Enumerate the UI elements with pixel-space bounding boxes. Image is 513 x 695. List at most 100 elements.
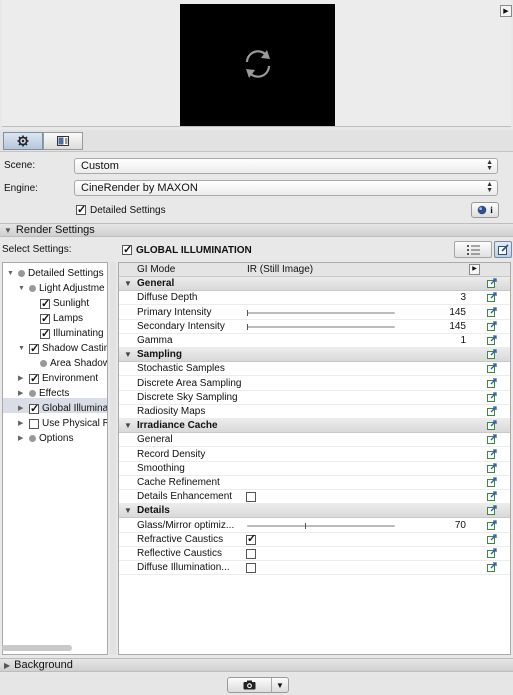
- setting-value[interactable]: 145: [449, 320, 466, 333]
- engine-select[interactable]: CineRender by MAXON ▲ ▼: [74, 180, 498, 196]
- edit-link-icon[interactable]: [487, 406, 497, 416]
- collapse-triangle-icon[interactable]: ▼: [124, 504, 132, 517]
- group-header[interactable]: ▼ Sampling: [119, 348, 510, 363]
- edit-link-icon[interactable]: [487, 321, 497, 331]
- setting-slider[interactable]: [247, 323, 395, 330]
- edit-link-icon[interactable]: [487, 292, 497, 303]
- tree-item[interactable]: ▼ Shadow Casting: [18, 341, 107, 357]
- setting-row[interactable]: Gamma 1: [119, 334, 510, 348]
- setting-row[interactable]: Cache Refinement: [119, 476, 510, 490]
- setting-slider[interactable]: [247, 309, 395, 316]
- expand-triangle-icon[interactable]: ▶: [18, 431, 26, 446]
- gi-mode-arrow-icon[interactable]: ▶: [469, 264, 480, 275]
- setting-value[interactable]: 1: [460, 334, 466, 347]
- setting-row[interactable]: Radiosity Maps: [119, 405, 510, 419]
- edit-link-icon[interactable]: [487, 363, 497, 374]
- tree-item[interactable]: Lamps: [29, 311, 83, 327]
- edit-link-icon[interactable]: [487, 505, 497, 516]
- edit-link-icon[interactable]: [487, 278, 497, 289]
- tree-item-checkbox[interactable]: [40, 327, 50, 342]
- edit-link-icon[interactable]: [487, 562, 497, 573]
- setting-row[interactable]: Details Enhancement: [119, 490, 510, 505]
- edit-link-icon[interactable]: [487, 349, 497, 360]
- tree-item[interactable]: Sunlight: [29, 296, 89, 312]
- scene-select[interactable]: Custom ▲ ▼: [74, 158, 498, 174]
- render-menu-arrow-icon[interactable]: ▼: [272, 678, 288, 692]
- setting-slider[interactable]: [247, 522, 395, 529]
- collapse-triangle-icon[interactable]: ▼: [124, 277, 132, 290]
- collapse-triangle-icon[interactable]: ▼: [18, 341, 26, 356]
- tree-item-checkbox[interactable]: [29, 342, 39, 357]
- tab-layout[interactable]: [43, 132, 83, 150]
- group-header[interactable]: ▼ Irradiance Cache: [119, 419, 510, 434]
- camera-button[interactable]: [228, 678, 272, 692]
- setting-checkbox[interactable]: [246, 563, 256, 574]
- setting-row[interactable]: Reflective Caustics: [119, 547, 510, 561]
- setting-row[interactable]: Glass/Mirror optimiz... 70: [119, 519, 510, 533]
- setting-checkbox[interactable]: [246, 549, 256, 559]
- slider-knob[interactable]: [304, 522, 306, 529]
- expand-triangle-icon[interactable]: ▶: [18, 416, 26, 431]
- edit-link-icon[interactable]: [487, 306, 497, 317]
- edit-link-icon[interactable]: [487, 420, 497, 431]
- list-view-button[interactable]: [454, 241, 492, 258]
- setting-value[interactable]: 70: [455, 519, 466, 532]
- detailed-settings-checkbox[interactable]: [76, 203, 86, 216]
- gi-mode-row[interactable]: GI Mode IR (Still Image) ▶: [119, 263, 510, 277]
- setting-row[interactable]: Diffuse Illumination...: [119, 561, 510, 576]
- tree-item-checkbox[interactable]: [29, 418, 39, 429]
- tree-item-checkbox[interactable]: [40, 312, 50, 327]
- edit-link-icon[interactable]: [487, 491, 497, 502]
- group-header[interactable]: ▼ Details: [119, 504, 510, 519]
- edit-link-icon[interactable]: [487, 548, 497, 558]
- tree-item[interactable]: ▶ Options: [18, 431, 73, 446]
- tree-item-checkbox[interactable]: [40, 297, 50, 312]
- expand-triangle-icon[interactable]: ▶: [18, 401, 26, 416]
- expand-triangle-icon[interactable]: ▶: [18, 371, 26, 386]
- collapse-triangle-icon[interactable]: ▼: [7, 266, 15, 281]
- edit-link-icon[interactable]: [487, 534, 497, 544]
- edit-link-icon[interactable]: [487, 335, 497, 345]
- setting-row[interactable]: Secondary Intensity 145: [119, 320, 510, 334]
- tree-item[interactable]: ▶ Use Physical Re: [18, 416, 107, 431]
- tree-item-checkbox[interactable]: [29, 402, 39, 417]
- setting-checkbox[interactable]: [246, 533, 256, 546]
- edit-link-icon[interactable]: [487, 392, 497, 402]
- collapse-triangle-icon[interactable]: ▼: [124, 348, 132, 361]
- setting-row[interactable]: Discrete Area Sampling: [119, 377, 510, 391]
- background-header[interactable]: ▶ Background: [0, 658, 513, 672]
- setting-checkbox[interactable]: [246, 492, 256, 503]
- edit-link-icon[interactable]: [487, 463, 497, 473]
- slider-knob[interactable]: [247, 309, 248, 316]
- expand-triangle-icon[interactable]: ▶: [18, 386, 26, 401]
- slider-knob[interactable]: [247, 323, 248, 330]
- tree-item[interactable]: ▶ Environment: [18, 371, 98, 387]
- tree-item[interactable]: Illuminating S: [29, 326, 107, 342]
- settings-tree[interactable]: ▼Detailed Settings▼Light AdjustmeSunligh…: [2, 262, 108, 655]
- tree-item[interactable]: ▼ Light Adjustme: [18, 281, 105, 296]
- info-button[interactable]: i: [471, 202, 499, 218]
- setting-row[interactable]: Discrete Sky Sampling: [119, 391, 510, 405]
- tree-item-checkbox[interactable]: [29, 372, 39, 387]
- edit-link-icon[interactable]: [487, 477, 497, 487]
- collapse-triangle-icon[interactable]: ▼: [18, 281, 26, 296]
- edit-button[interactable]: [494, 241, 512, 258]
- tree-item[interactable]: ▼ Detailed Settings: [7, 266, 104, 281]
- setting-row[interactable]: Primary Intensity 145: [119, 306, 510, 320]
- tree-item[interactable]: Area Shadow: [29, 356, 107, 371]
- detailed-settings-toggle[interactable]: Detailed Settings: [76, 203, 166, 217]
- tree-item[interactable]: ▶ Global Illuminat: [18, 401, 107, 417]
- setting-row[interactable]: Refractive Caustics: [119, 533, 510, 547]
- setting-value[interactable]: 3: [460, 291, 466, 304]
- tree-scrollbar[interactable]: [2, 645, 72, 651]
- setting-row[interactable]: Record Density: [119, 448, 510, 462]
- global-illumination-checkbox[interactable]: [122, 243, 132, 256]
- panel-splitter[interactable]: [110, 262, 116, 655]
- setting-row[interactable]: General: [119, 433, 510, 448]
- edit-link-icon[interactable]: [487, 519, 497, 530]
- group-header[interactable]: ▼ General: [119, 277, 510, 292]
- tab-settings[interactable]: [3, 132, 43, 150]
- expand-arrow-icon[interactable]: ▶: [500, 5, 512, 17]
- setting-row[interactable]: Smoothing: [119, 462, 510, 476]
- tree-item[interactable]: ▶ Effects: [18, 386, 69, 401]
